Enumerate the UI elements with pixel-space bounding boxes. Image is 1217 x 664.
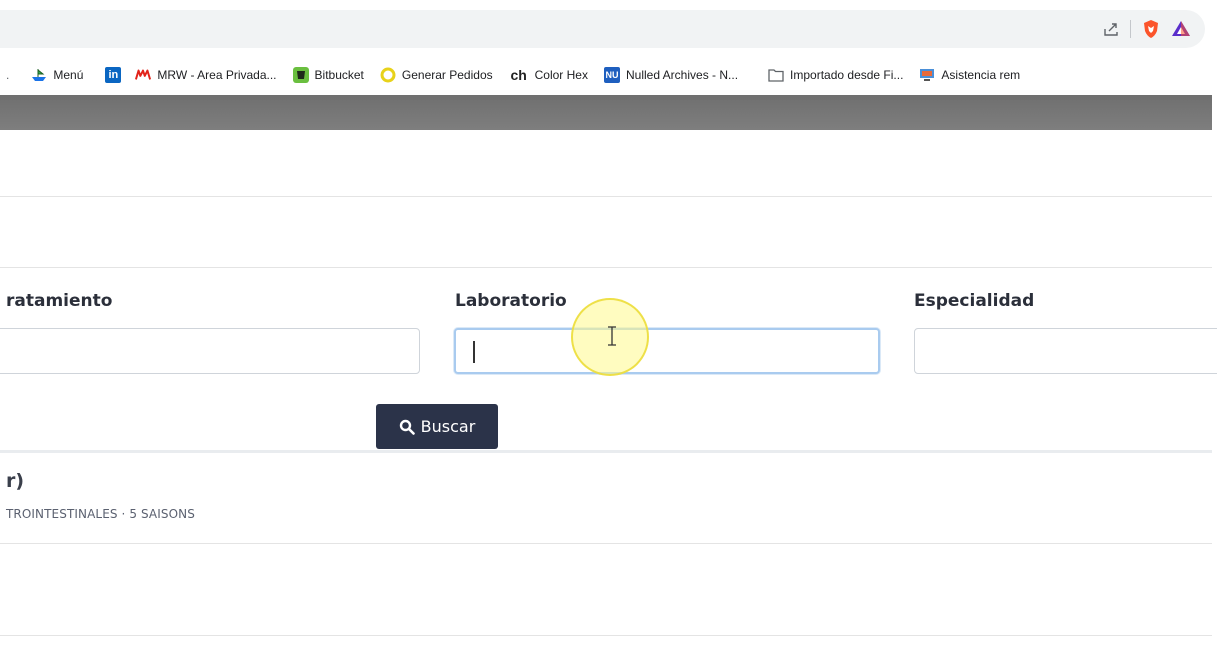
folder-icon (768, 67, 784, 83)
bookmark-bitbucket[interactable]: Bitbucket (285, 61, 372, 89)
bookmark-color-hex[interactable]: ch Color Hex (501, 61, 596, 89)
divider (0, 196, 1212, 197)
toolbar-separator (1130, 20, 1131, 38)
divider (0, 635, 1212, 636)
search-button[interactable]: Buscar (376, 404, 498, 449)
bookmark-label: Generar Pedidos (401, 68, 493, 82)
results-divider (0, 450, 1212, 453)
bookmark-label: Nulled Archives - N... (625, 68, 739, 82)
bookmark-menu[interactable]: Menú (13, 61, 91, 89)
laboratorio-label: Laboratorio (455, 291, 567, 311)
divider (0, 543, 1212, 544)
circle-icon (380, 67, 396, 83)
linkedin-icon: in (105, 67, 122, 83)
tratamiento-label: ratamiento (6, 291, 113, 311)
bookmark-overflow[interactable]: . (0, 68, 13, 82)
search-button-label: Buscar (420, 417, 476, 436)
bookmark-folder-importado[interactable]: Importado desde Fi... (746, 61, 911, 89)
linkedin-glyph: in (108, 69, 119, 81)
text-caret (473, 341, 475, 363)
divider (0, 267, 1212, 268)
result-title[interactable]: r) (6, 470, 24, 492)
ship-icon (31, 67, 47, 83)
bookmark-label: Bitbucket (314, 68, 364, 82)
bookmark-label: Menú (53, 68, 84, 82)
page-header-bar (0, 95, 1212, 130)
bookmark-mrw[interactable]: MRW - Area Privada... (129, 61, 284, 89)
remote-desktop-icon (919, 67, 935, 83)
brave-rewards-icon[interactable] (1171, 19, 1191, 39)
especialidad-label: Especialidad (914, 291, 1035, 311)
bookmark-asistencia-remota[interactable]: Asistencia rem (911, 61, 1028, 89)
text-cursor-icon (608, 326, 616, 346)
bookmark-linkedin[interactable]: in (91, 61, 129, 89)
search-icon (399, 419, 415, 435)
brave-shield-icon[interactable] (1141, 19, 1161, 39)
browser-toolbar (0, 0, 1217, 55)
result-subtitle: TROINTESTINALES · 5 SAISONS (6, 507, 195, 521)
bookmark-generar-pedidos[interactable]: Generar Pedidos (372, 61, 501, 89)
bookmark-label: MRW - Area Privada... (157, 68, 277, 82)
laboratorio-input[interactable] (454, 328, 880, 374)
mrw-icon (135, 67, 152, 83)
bookmarks-bar: . Menú in MRW - Area Privada... Bitbucke… (0, 55, 1217, 95)
especialidad-input[interactable] (914, 328, 1217, 374)
bitbucket-icon (292, 67, 309, 83)
bookmark-label: Importado desde Fi... (790, 68, 904, 82)
nu-icon: NU (603, 67, 620, 83)
bookmark-label: Color Hex (534, 68, 588, 82)
ch-icon: ch (509, 67, 529, 83)
address-bar[interactable] (0, 10, 1205, 48)
bookmark-nulled-archives[interactable]: NU Nulled Archives - N... (596, 61, 746, 89)
tratamiento-input[interactable] (0, 328, 420, 374)
bookmark-label: Asistencia rem (941, 68, 1021, 82)
ch-glyph: ch (510, 67, 527, 83)
share-icon[interactable] (1102, 20, 1120, 38)
nu-glyph: NU (605, 70, 619, 80)
